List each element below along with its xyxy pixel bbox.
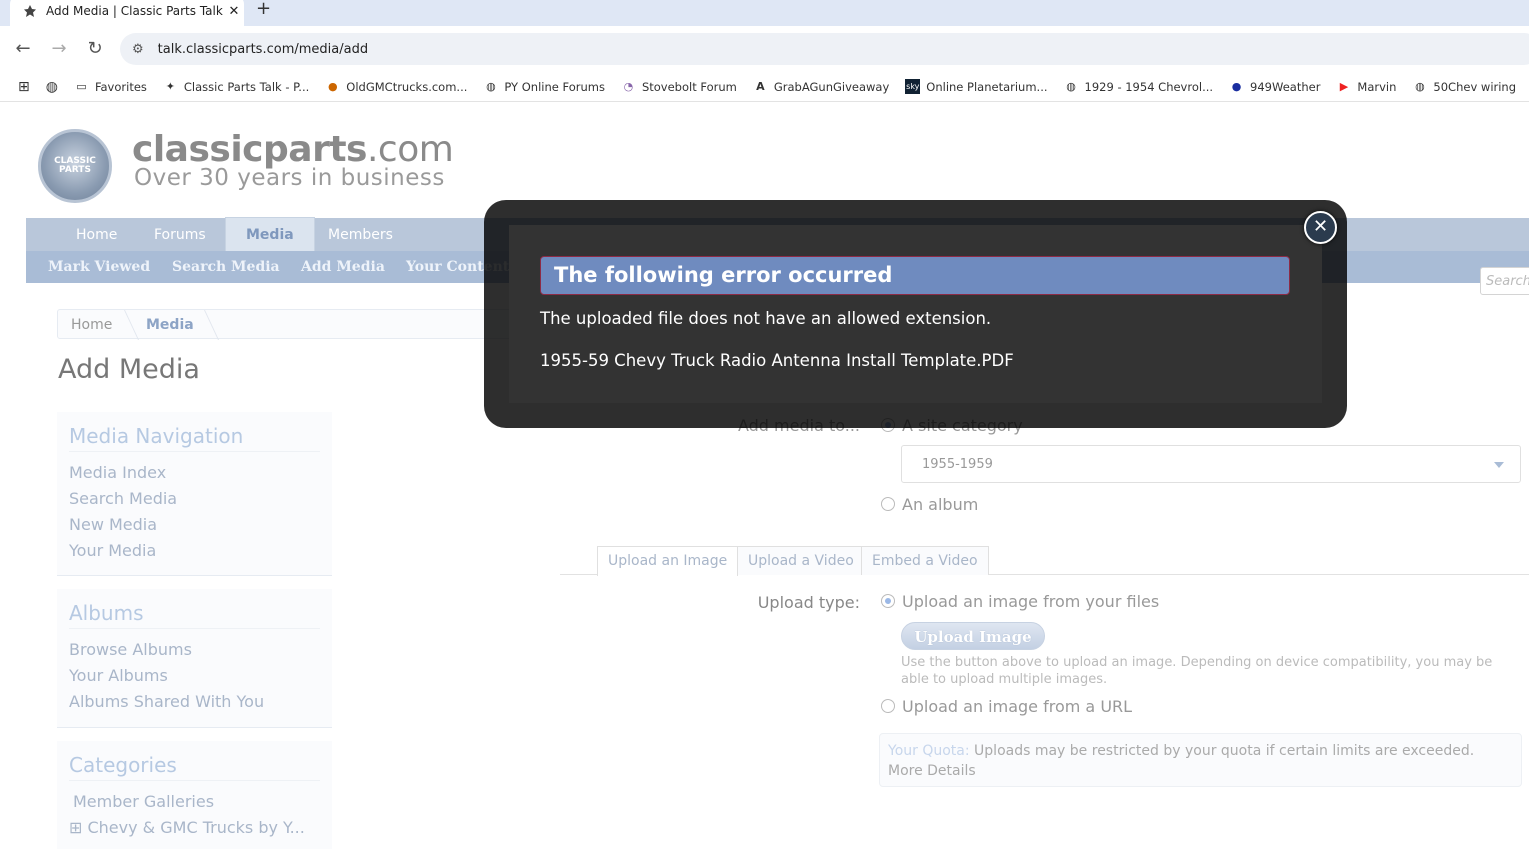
bookmark-planetarium[interactable]: sky Online Planetarium...	[905, 79, 1048, 94]
sidebar-heading: Categories	[69, 753, 320, 781]
bookmark-marvin[interactable]: ▶ Marvin	[1336, 79, 1397, 94]
site-icon: ●	[1231, 80, 1242, 93]
sidebar-item-chevy-gmc[interactable]: ⊞ Chevy & GMC Trucks by Y...	[69, 815, 332, 841]
site-icon: ●	[327, 80, 338, 93]
breadcrumb-separator	[111, 310, 139, 340]
apps-icon[interactable]: ⊞	[18, 79, 30, 95]
category-select[interactable]: 1955-1959	[901, 445, 1521, 483]
close-dialog-button[interactable]: ✕	[1304, 211, 1337, 244]
sidebar-albums: Albums Browse Albums Your Albums Albums …	[57, 589, 332, 728]
breadcrumb-home[interactable]: Home	[71, 317, 112, 333]
radio-upload-url[interactable]	[881, 699, 895, 713]
bookmark-classic-parts[interactable]: ✦ Classic Parts Talk - P...	[163, 79, 309, 94]
tab-close-icon[interactable]: ✕	[224, 4, 244, 19]
search-input[interactable]: Search	[1480, 267, 1529, 295]
bookmark-50chev[interactable]: ◍ 50Chev wiring	[1412, 79, 1516, 94]
globe-icon: ◍	[1066, 80, 1076, 93]
quota-text: Uploads may be restricted by your quota …	[888, 743, 1475, 779]
breadcrumb-separator	[191, 310, 219, 340]
browser-tab[interactable]: Add Media | Classic Parts Talk ✕	[10, 0, 244, 26]
sidebar-heading: Media Navigation	[69, 424, 320, 452]
bookmark-949weather[interactable]: ● 949Weather	[1229, 79, 1321, 94]
bookmark-oldgmc[interactable]: ● OldGMCtrucks.com...	[325, 79, 467, 94]
bookmark-py-forums[interactable]: ◍ PY Online Forums	[483, 79, 605, 94]
page-title: Add Media	[58, 354, 200, 385]
browser-tab-bar: Add Media | Classic Parts Talk ✕ +	[0, 0, 1529, 26]
site-settings-icon[interactable]: ⚙	[132, 42, 144, 57]
bookmark-stovebolt[interactable]: ◔ Stovebolt Forum	[621, 79, 737, 94]
site-favicon-icon	[22, 3, 38, 19]
folder-icon: ▭	[76, 80, 87, 93]
error-dialog-overlay: The following error occurred The uploade…	[484, 200, 1347, 428]
breadcrumb: Home Media	[57, 309, 517, 340]
error-message: The uploaded file does not have an allow…	[540, 309, 992, 328]
reload-icon[interactable]: ↻	[84, 38, 106, 59]
breadcrumb-media[interactable]: Media	[146, 317, 194, 333]
radio-upload-files[interactable]	[881, 594, 895, 608]
chevron-down-icon	[1494, 462, 1504, 468]
new-tab-button[interactable]: +	[256, 0, 271, 19]
upload-image-button[interactable]: Upload Image	[901, 622, 1045, 650]
tab-embed-video[interactable]: Embed a Video	[861, 546, 989, 575]
radio-album[interactable]	[881, 497, 895, 511]
sidebar-item-new-media[interactable]: New Media	[69, 512, 332, 538]
radio-upload-files-label: Upload an image from your files	[902, 592, 1160, 611]
sidebar-item-your-albums[interactable]: Your Albums	[69, 663, 332, 689]
nav-home[interactable]: Home	[76, 227, 117, 243]
sidebar-item-search-media[interactable]: Search Media	[69, 486, 332, 512]
globe-icon: ◍	[486, 80, 496, 93]
forward-icon[interactable]: →	[48, 38, 70, 59]
subnav-add-media[interactable]: Add Media	[301, 259, 385, 275]
site-tagline: Over 30 years in business	[134, 165, 445, 191]
quota-key: Your Quota:	[888, 743, 970, 759]
sidebar-heading: Albums	[69, 601, 320, 629]
site-icon: sky	[905, 79, 921, 94]
address-bar[interactable]: ⚙ talk.classicparts.com/media/add	[120, 33, 1529, 65]
globe-icon[interactable]: ◍	[46, 79, 58, 95]
quota-notice: Your Quota: Uploads may be restricted by…	[879, 733, 1522, 787]
subnav-mark-viewed[interactable]: Mark Viewed	[48, 259, 150, 275]
url-text: talk.classicparts.com/media/add	[157, 41, 369, 57]
back-icon[interactable]: ←	[12, 38, 34, 59]
radio-album-label: An album	[902, 495, 979, 514]
upload-hint: Use the button above to upload an image.…	[901, 655, 1493, 687]
bookmark-chevrolet[interactable]: ◍ 1929 - 1954 Chevrol...	[1064, 79, 1213, 94]
nav-forums[interactable]: Forums	[154, 227, 206, 243]
radio-upload-url-label: Upload an image from a URL	[902, 697, 1133, 716]
bookmarks-bar: ⊞ ◍ ▭ Favorites ✦ Classic Parts Talk - P..…	[0, 72, 1529, 102]
tab-upload-video[interactable]: Upload a Video	[737, 546, 865, 575]
sidebar-item-your-media[interactable]: Your Media	[69, 538, 332, 564]
site-icon: ✦	[165, 80, 176, 93]
sidebar-item-member-galleries[interactable]: Member Galleries	[73, 789, 332, 815]
sidebar-categories: Categories Member Galleries ⊞ Chevy & GM…	[57, 741, 332, 849]
nav-members[interactable]: Members	[328, 227, 393, 243]
sidebar-item-media-index[interactable]: Media Index	[69, 460, 332, 486]
youtube-icon: ▶	[1339, 80, 1349, 93]
error-filename: 1955-59 Chevy Truck Radio Antenna Instal…	[540, 351, 1014, 370]
error-dialog-title: The following error occurred	[540, 256, 1290, 295]
site-icon: ◔	[623, 80, 634, 93]
globe-icon: ◍	[1415, 80, 1425, 93]
tab-title: Add Media | Classic Parts Talk	[46, 4, 223, 18]
subnav-search-media[interactable]: Search Media	[172, 259, 280, 275]
sidebar-item-albums-shared[interactable]: Albums Shared With You	[69, 689, 332, 715]
address-row: ← → ↻ ⚙ talk.classicparts.com/media/add	[0, 26, 1529, 72]
bookmark-grabagun[interactable]: A GrabAGunGiveaway	[753, 79, 889, 94]
tab-upload-image[interactable]: Upload an Image	[597, 546, 739, 576]
site-icon: A	[756, 80, 765, 93]
nav-media[interactable]: Media	[225, 217, 315, 251]
sidebar-item-browse-albums[interactable]: Browse Albums	[69, 637, 332, 663]
logo-badge-icon[interactable]: CLASSIC PARTS	[38, 129, 112, 203]
bookmark-favorites[interactable]: ▭ Favorites	[74, 79, 147, 94]
upload-type-label: Upload type:	[757, 593, 860, 612]
site-logo[interactable]: classicparts.com	[132, 129, 454, 170]
sidebar-media-navigation: Media Navigation Media Index Search Medi…	[57, 412, 332, 576]
